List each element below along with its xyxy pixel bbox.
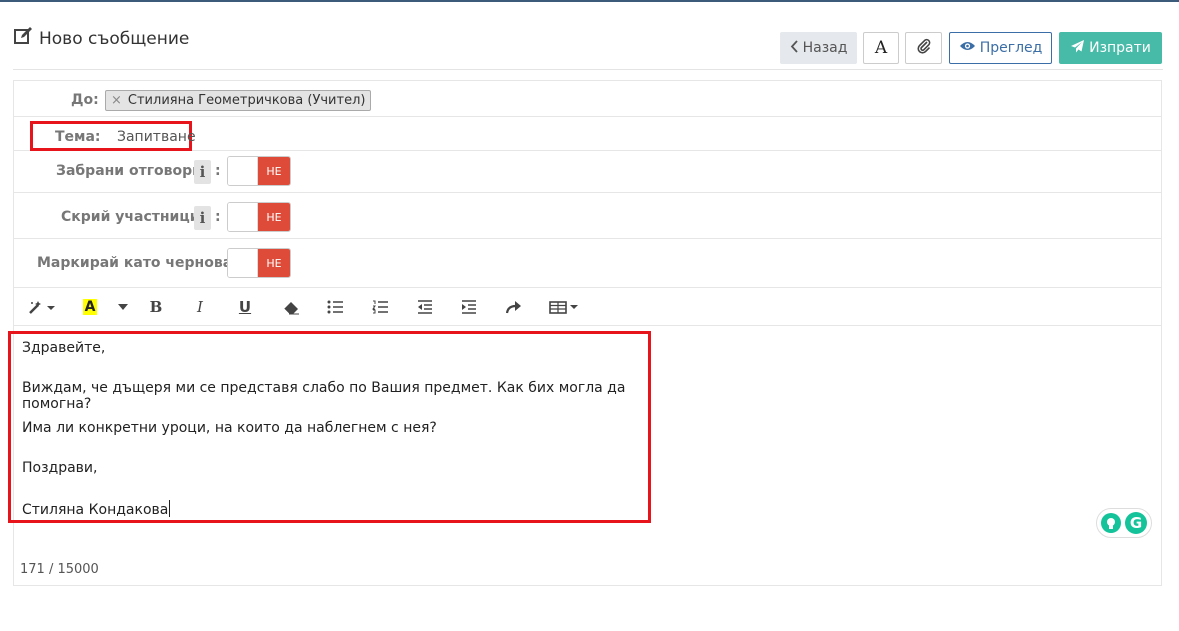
page-header: Ново съобщение Назад A Преглед Изпрати [13, 24, 1163, 70]
toggle-state: НЕ [258, 203, 290, 231]
body-line: Има ли конкретни уроци, на които да набл… [22, 420, 437, 436]
recipient-tag[interactable]: × Стилияна Геометричкова (Учител) [105, 90, 372, 111]
body-line: Здравейте, [22, 340, 106, 356]
eraser-icon[interactable] [282, 297, 300, 317]
editor-toolbar: A B I U [14, 288, 1161, 326]
to-label: До: [71, 92, 99, 108]
character-counter: 171 / 15000 [20, 562, 99, 577]
eye-icon [959, 40, 976, 56]
paperclip-icon [916, 38, 931, 58]
grammarly-widget[interactable]: G [1096, 508, 1152, 538]
body-line: Виждам, че дъщеря ми се представя слабо … [22, 380, 626, 412]
top-border [0, 0, 1179, 2]
disable-replies-toggle[interactable]: НЕ [227, 156, 291, 186]
magic-icon[interactable] [26, 297, 58, 317]
info-icon[interactable]: i [194, 206, 211, 230]
text-caret [169, 500, 171, 517]
send-button-label: Изпрати [1089, 40, 1151, 56]
toggle-state: НЕ [258, 157, 290, 185]
preview-button[interactable]: Преглед [949, 32, 1052, 64]
font-icon: A [874, 38, 888, 58]
message-body-editor[interactable]: Здравейте, Виждам, че дъщеря ми се предс… [8, 331, 651, 523]
paper-plane-icon [1070, 39, 1085, 58]
body-line-signature: Стиляна Кондакова [22, 500, 171, 518]
signature-text: Стиляна Кондакова [22, 502, 169, 518]
chevron-left-icon [790, 39, 799, 57]
toggle-state: НЕ [258, 249, 290, 277]
subject-input[interactable]: Запитване [117, 129, 196, 145]
page-title: Ново съобщение [13, 26, 189, 51]
remove-recipient-icon[interactable]: × [111, 93, 122, 108]
info-icon[interactable]: i [194, 160, 211, 184]
grammarly-icon[interactable]: G [1125, 512, 1147, 534]
toggle-knob [228, 203, 258, 231]
hide-participants-toggle[interactable]: НЕ [227, 202, 291, 232]
highlight-dropdown-icon[interactable] [116, 297, 130, 317]
font-button[interactable]: A [863, 32, 899, 64]
back-button-label: Назад [802, 40, 848, 56]
subject-label: Тема: [55, 129, 101, 145]
disable-replies-label: Забрани отговори [56, 163, 202, 179]
colon: : [215, 163, 221, 179]
send-button[interactable]: Изпрати [1059, 32, 1162, 64]
italic-icon[interactable]: I [192, 297, 208, 317]
attach-button[interactable] [905, 32, 942, 64]
redo-icon[interactable] [505, 297, 523, 317]
mark-draft-label: Маркирай като чернова: [37, 255, 238, 271]
highlight-icon[interactable]: A [80, 297, 100, 317]
numbered-list-icon[interactable] [371, 297, 389, 317]
page-title-text: Ново съобщение [39, 28, 190, 49]
message-form: До: × Стилияна Геометричкова (Учител) Те… [8, 80, 1162, 586]
colon: : [215, 209, 221, 225]
underline-icon[interactable]: U [236, 297, 254, 317]
lightbulb-icon[interactable] [1101, 513, 1121, 533]
toggle-row-mark-draft: Маркирай като чернова: НЕ [14, 239, 1161, 288]
toggle-row-hide-participants: Скрий участници i : НЕ [14, 193, 1161, 239]
toggle-row-disable-replies: Забрани отговори i : НЕ [14, 151, 1161, 193]
edit-icon [13, 26, 33, 51]
table-icon[interactable] [548, 297, 580, 317]
back-button[interactable]: Назад [780, 32, 857, 64]
body-line: Поздрави, [22, 460, 98, 476]
outdent-icon[interactable] [416, 297, 434, 317]
subject-highlight-box: Тема: Запитване [30, 121, 196, 151]
toggle-knob [228, 157, 258, 185]
hide-participants-label: Скрий участници [61, 209, 200, 225]
indent-icon[interactable] [460, 297, 478, 317]
recipient-name: Стилияна Геометричкова (Учител) [127, 93, 366, 108]
preview-button-label: Преглед [979, 40, 1043, 56]
mark-draft-toggle[interactable]: НЕ [227, 248, 291, 278]
toggle-knob [228, 249, 258, 277]
recipient-row: До: × Стилияна Геометричкова (Учител) [14, 81, 1161, 117]
bullet-list-icon[interactable] [326, 297, 344, 317]
highlight-letter: A [82, 299, 98, 315]
bold-icon[interactable]: B [148, 297, 164, 317]
